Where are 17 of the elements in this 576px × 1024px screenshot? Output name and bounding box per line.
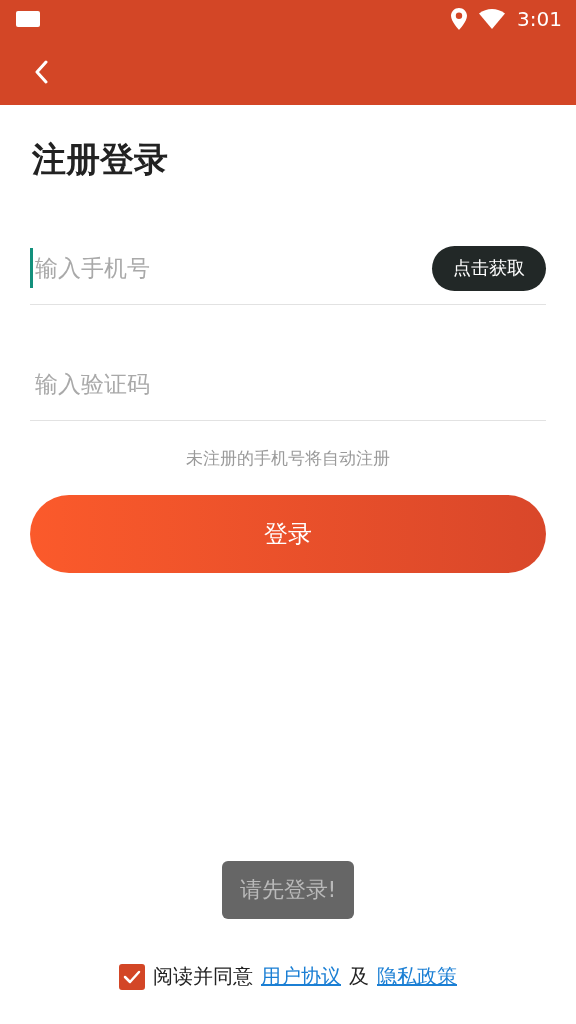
phone-input-field[interactable]: 输入手机号 [30,248,432,288]
agree-checkbox[interactable] [119,963,145,990]
wifi-icon [479,9,506,29]
code-input-field[interactable]: 输入验证码 [30,364,546,404]
user-agreement-link[interactable]: 用户协议 [261,963,341,990]
login-button[interactable]: 登录 [30,495,546,573]
hint-text: 未注册的手机号将自动注册 [185,447,391,470]
agree-text: 阅读并同意 [153,963,253,990]
notification-icon [16,11,40,27]
page-title: 注册登录 [32,138,169,181]
toast-message: 请先登录! [221,861,355,919]
and-text: 及 [349,963,369,990]
get-code-button[interactable]: 点击获取 [432,245,546,291]
check-icon [123,969,141,984]
status-time: 3:01 [517,7,562,31]
privacy-policy-link[interactable]: 隐私政策 [377,963,457,990]
location-icon [451,8,468,30]
